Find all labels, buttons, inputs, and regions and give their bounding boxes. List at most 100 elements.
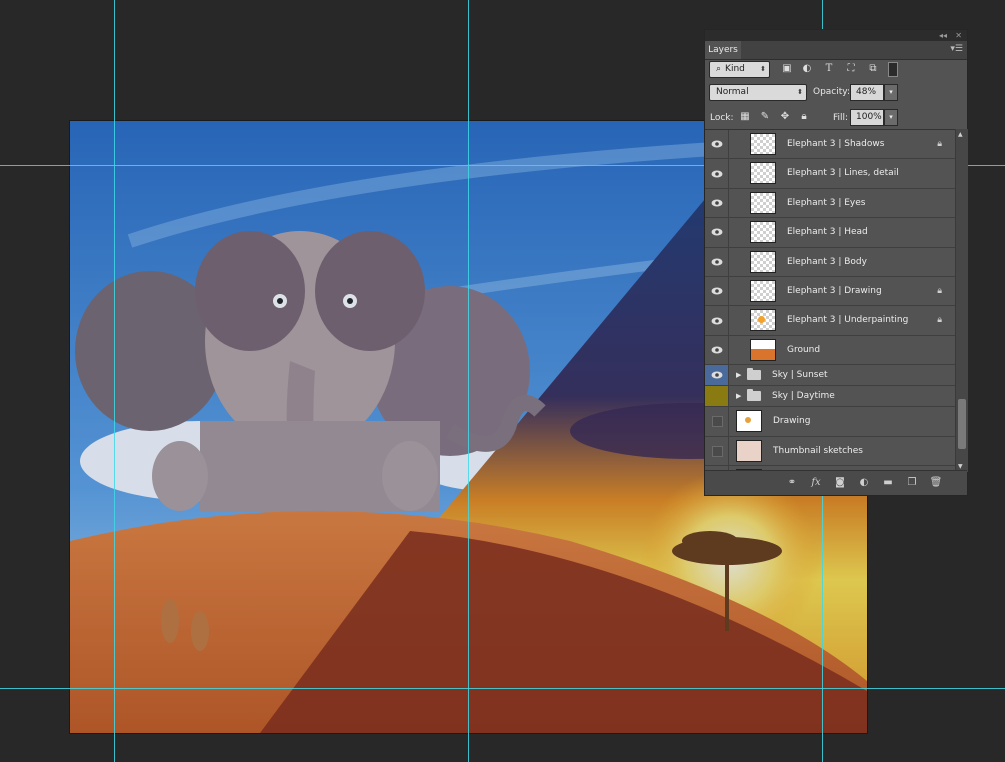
- layer-thumbnail: [736, 439, 762, 462]
- lock-icon: 🔒︎: [937, 285, 942, 296]
- lock-image-pixels-icon[interactable]: ✎: [759, 111, 771, 123]
- updown-arrow-icon: ⬍: [760, 65, 766, 73]
- lock-position-icon[interactable]: ✥: [779, 111, 791, 123]
- scroll-thumb[interactable]: [958, 399, 966, 449]
- layer-row[interactable]: Ground: [705, 335, 955, 366]
- visibility-toggle[interactable]: [705, 247, 729, 276]
- expand-triangle-icon[interactable]: ▶: [736, 371, 741, 379]
- layer-list[interactable]: Elephant 3 | Shadows 🔒︎ Elephant 3 | Lin…: [705, 129, 955, 473]
- layer-row[interactable]: Elephant 3 | Lines, detail: [705, 159, 955, 189]
- close-icon[interactable]: ✕: [955, 30, 962, 41]
- eye-icon: [711, 170, 723, 178]
- fill-label: Fill:: [833, 113, 849, 123]
- panel-tab-bar: Layers ▾☰: [705, 41, 967, 60]
- horizontal-guide[interactable]: [0, 688, 1005, 689]
- panel-title-bar[interactable]: ◂◂ ✕: [705, 30, 967, 41]
- layer-row[interactable]: Drawing: [705, 407, 955, 437]
- layer-name: Elephant 3 | Head: [787, 227, 868, 238]
- adjustment-filter-icon[interactable]: ◐: [800, 62, 814, 76]
- new-adjustment-layer-icon[interactable]: ◐: [857, 476, 871, 490]
- link-layers-icon[interactable]: ⚭: [785, 476, 799, 490]
- eye-icon: [711, 228, 723, 236]
- visibility-toggle[interactable]: [705, 276, 729, 306]
- vertical-guide[interactable]: [468, 0, 469, 762]
- lock-all-icon[interactable]: 🔒︎: [798, 111, 810, 123]
- visibility-toggle[interactable]: [705, 306, 729, 335]
- layer-name: Ground: [787, 344, 821, 355]
- visibility-toggle[interactable]: [705, 335, 729, 365]
- fill-value: 100%: [856, 112, 882, 122]
- shape-filter-icon[interactable]: ⛶: [844, 62, 858, 76]
- image-filter-icon[interactable]: ▣: [780, 62, 794, 76]
- visibility-toggle[interactable]: [705, 436, 729, 465]
- blend-mode-value: Normal: [716, 87, 749, 97]
- layer-row[interactable]: Elephant 3 | Underpainting 🔒︎: [705, 306, 955, 336]
- layer-name: Thumbnail sketches: [773, 445, 863, 456]
- new-group-icon[interactable]: ▬: [881, 476, 895, 490]
- layer-thumbnail: [750, 338, 776, 361]
- eye-icon: [711, 258, 723, 266]
- layer-group-row[interactable]: ▶ Sky | Sunset: [705, 365, 955, 387]
- visibility-toggle[interactable]: [705, 218, 729, 247]
- layer-name: Elephant 3 | Eyes: [787, 197, 866, 208]
- scroll-down-arrow-icon[interactable]: ▼: [958, 463, 963, 470]
- layer-thumbnail: [750, 133, 776, 155]
- layer-list-scrollbar[interactable]: ▲ ▼: [955, 129, 968, 472]
- layer-name: Elephant 3 | Underpainting: [787, 315, 909, 326]
- visibility-toggle[interactable]: [705, 386, 729, 407]
- opacity-dropdown-button[interactable]: ▾: [884, 84, 898, 101]
- lock-label: Lock:: [710, 113, 734, 123]
- layer-row[interactable]: Elephant 3 | Head: [705, 218, 955, 248]
- smart-object-filter-icon[interactable]: ⧉: [866, 62, 880, 76]
- expand-triangle-icon[interactable]: ▶: [736, 392, 741, 400]
- eye-icon: [711, 371, 723, 379]
- visibility-toggle[interactable]: [705, 130, 729, 159]
- eye-icon: [711, 140, 723, 148]
- lock-transparent-pixels-icon[interactable]: ▦: [739, 111, 751, 123]
- layer-row[interactable]: Elephant 3 | Drawing 🔒︎: [705, 276, 955, 307]
- group-name: Sky | Sunset: [772, 370, 828, 381]
- filter-toggle-icon[interactable]: [888, 62, 898, 77]
- lock-icon: 🔒︎: [937, 315, 942, 326]
- visibility-toggle[interactable]: [705, 188, 729, 218]
- layers-panel: ◂◂ ✕ Layers ▾☰ ⌕ Kind ⬍ ▣ ◐ T ⛶ ⧉ Normal …: [704, 29, 968, 496]
- add-mask-icon[interactable]: ◙: [833, 476, 847, 490]
- delete-layer-icon[interactable]: 🗑︎: [929, 476, 943, 490]
- double-chevron-left-icon[interactable]: ◂◂: [939, 30, 947, 41]
- layer-name: Elephant 3 | Body: [787, 256, 867, 267]
- visibility-toggle[interactable]: [705, 159, 729, 188]
- panel-footer: ⚭ fx ◙ ◐ ▬ ❐ 🗑︎: [705, 470, 967, 495]
- layer-name: Elephant 3 | Lines, detail: [787, 168, 899, 179]
- layer-name: Elephant 3 | Drawing: [787, 285, 882, 296]
- eye-icon: [711, 287, 723, 295]
- eye-icon: [711, 199, 723, 207]
- tab-layers[interactable]: Layers: [705, 41, 741, 59]
- opacity-input[interactable]: 48% ▾: [850, 84, 898, 101]
- layer-thumbnail: [736, 410, 762, 433]
- layer-row[interactable]: Elephant 3 | Eyes: [705, 188, 955, 219]
- blend-mode-select[interactable]: Normal ⬍: [709, 84, 807, 101]
- layer-name: Elephant 3 | Shadows: [787, 139, 885, 149]
- visibility-toggle[interactable]: [705, 365, 729, 386]
- eye-icon: [711, 346, 723, 354]
- filter-kind-value: Kind: [725, 64, 745, 74]
- visibility-toggle[interactable]: [705, 407, 729, 436]
- vertical-guide[interactable]: [114, 0, 115, 762]
- layer-row[interactable]: Elephant 3 | Body: [705, 247, 955, 277]
- layer-row[interactable]: Elephant 3 | Shadows 🔒︎: [705, 130, 955, 160]
- opacity-value: 48%: [856, 87, 877, 97]
- type-filter-icon[interactable]: T: [822, 62, 836, 76]
- layer-style-icon[interactable]: fx: [809, 476, 823, 490]
- scroll-up-arrow-icon[interactable]: ▲: [958, 131, 963, 138]
- panel-menu-icon[interactable]: ▾☰: [950, 44, 963, 54]
- fill-dropdown-button[interactable]: ▾: [884, 109, 898, 126]
- layer-row[interactable]: Thumbnail sketches: [705, 436, 955, 466]
- eye-icon: [711, 317, 723, 325]
- new-layer-icon[interactable]: ❐: [905, 476, 919, 490]
- search-icon: ⌕: [716, 64, 722, 74]
- layer-group-row[interactable]: ▶ Sky | Daytime: [705, 386, 955, 408]
- fill-input[interactable]: 100% ▾: [850, 109, 898, 126]
- folder-icon: [747, 389, 761, 402]
- lock-icon: 🔒︎: [937, 139, 942, 149]
- filter-kind-select[interactable]: ⌕ Kind ⬍: [709, 61, 770, 78]
